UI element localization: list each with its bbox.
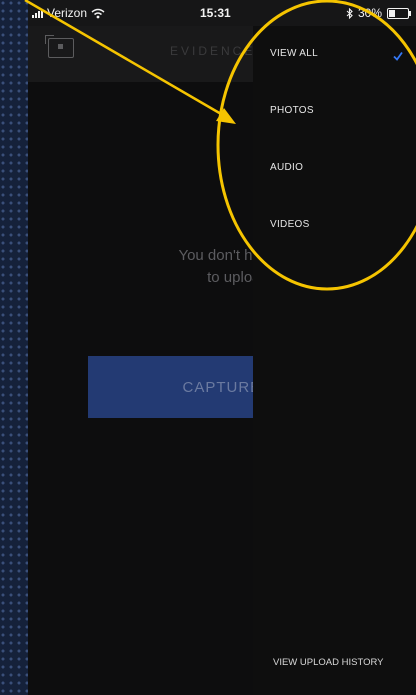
upload-icon[interactable] bbox=[45, 35, 74, 58]
bluetooth-icon bbox=[346, 7, 353, 19]
status-bar: Verizon 15:31 30% bbox=[28, 0, 416, 26]
filter-menu: VIEW ALL PHOTOS AUDIO VIDEOS VIEW UPLOAD… bbox=[253, 26, 416, 695]
menu-item-view-all[interactable]: VIEW ALL bbox=[270, 48, 318, 59]
menu-item-audio[interactable]: AUDIO bbox=[270, 162, 303, 173]
view-upload-history-link[interactable]: VIEW UPLOAD HISTORY bbox=[273, 657, 384, 668]
menu-item-photos[interactable]: PHOTOS bbox=[270, 105, 314, 116]
battery-percent: 30% bbox=[358, 6, 383, 20]
checkmark-icon bbox=[393, 51, 403, 61]
page-title: EVIDENCE bbox=[170, 44, 256, 58]
status-time: 15:31 bbox=[200, 6, 231, 20]
battery-icon bbox=[387, 7, 412, 19]
wifi-icon bbox=[91, 8, 105, 18]
signal-icon bbox=[32, 8, 43, 18]
menu-item-videos[interactable]: VIDEOS bbox=[270, 219, 310, 230]
carrier-name: Verizon bbox=[47, 6, 88, 20]
